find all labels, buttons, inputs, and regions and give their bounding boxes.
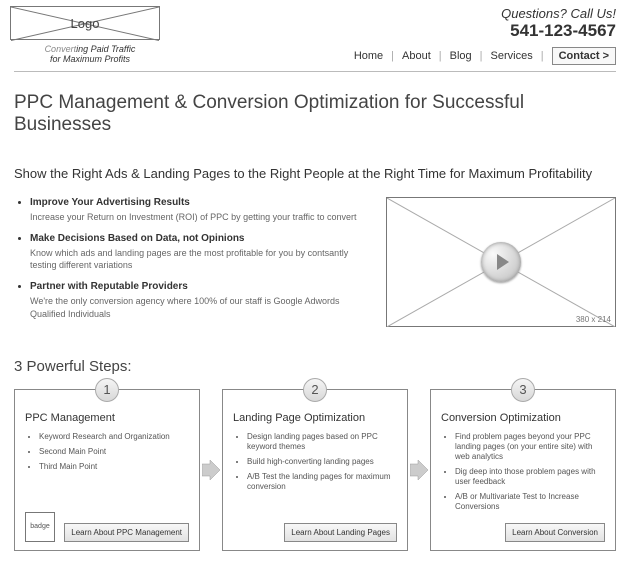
step-number: 3 bbox=[511, 378, 535, 402]
phone-number: 541-123-4567 bbox=[354, 21, 616, 41]
benefit-title: Improve Your Advertising Results bbox=[30, 197, 190, 208]
learn-landing-button[interactable]: Learn About Landing Pages bbox=[284, 523, 397, 542]
benefit-desc: Know which ads and landing pages are the… bbox=[30, 247, 372, 271]
benefit-title: Partner with Reputable Providers bbox=[30, 281, 188, 292]
nav-services[interactable]: Services bbox=[491, 50, 533, 62]
step-point: A/B Test the landing pages for maximum c… bbox=[247, 472, 397, 492]
step-point: Build high-converting landing pages bbox=[247, 457, 397, 467]
play-icon[interactable] bbox=[481, 242, 521, 282]
step-point: Third Main Point bbox=[39, 462, 189, 472]
page-headline: PPC Management & Conversion Optimization… bbox=[14, 92, 616, 136]
video-dimensions: 380 x 214 bbox=[576, 315, 611, 324]
step-card-1: 1 PPC Management Keyword Research and Or… bbox=[14, 389, 200, 551]
questions-label: Questions? Call Us! bbox=[354, 6, 616, 21]
badge-placeholder: badge bbox=[25, 512, 55, 542]
step-card-2: 2 Landing Page Optimization Design landi… bbox=[222, 389, 408, 551]
page-subheadline: Show the Right Ads & Landing Pages to th… bbox=[14, 166, 616, 181]
logo-label: Logo bbox=[11, 7, 159, 39]
step-point: Second Main Point bbox=[39, 447, 189, 457]
video-placeholder[interactable]: 380 x 214 bbox=[386, 197, 616, 327]
step-point: Find problem pages beyond your PPC landi… bbox=[455, 432, 605, 462]
benefits-list: Improve Your Advertising Results Increas… bbox=[14, 197, 372, 330]
step-point: Keyword Research and Organization bbox=[39, 432, 189, 442]
tagline: Converting Paid Trafficfor Maximum Profi… bbox=[10, 40, 170, 64]
step-point: A/B or Multivariate Test to Increase Con… bbox=[455, 492, 605, 512]
step-point: Dig deep into those problem pages with u… bbox=[455, 467, 605, 487]
nav-contact-button[interactable]: Contact > bbox=[552, 47, 616, 65]
nav-home[interactable]: Home bbox=[354, 50, 383, 62]
benefit-item: Partner with Reputable Providers We're t… bbox=[30, 281, 372, 319]
learn-ppc-button[interactable]: Learn About PPC Management bbox=[64, 523, 189, 542]
learn-conversion-button[interactable]: Learn About Conversion bbox=[505, 523, 605, 542]
step-number: 2 bbox=[303, 378, 327, 402]
nav-blog[interactable]: Blog bbox=[450, 50, 472, 62]
step-card-3: 3 Conversion Optimization Find problem p… bbox=[430, 389, 616, 551]
logo-placeholder: Logo bbox=[10, 6, 160, 40]
benefit-item: Improve Your Advertising Results Increas… bbox=[30, 197, 372, 223]
main-nav: Home| About| Blog| Services| Contact > bbox=[354, 47, 616, 65]
step-number: 1 bbox=[95, 378, 119, 402]
benefit-desc: We're the only conversion agency where 1… bbox=[30, 295, 372, 319]
arrow-right-icon bbox=[202, 460, 220, 480]
benefit-item: Make Decisions Based on Data, not Opinio… bbox=[30, 233, 372, 271]
step-title: Conversion Optimization bbox=[441, 412, 605, 424]
arrow-right-icon bbox=[410, 460, 428, 480]
nav-about[interactable]: About bbox=[402, 50, 431, 62]
benefit-desc: Increase your Return on Investment (ROI)… bbox=[30, 211, 372, 223]
step-title: Landing Page Optimization bbox=[233, 412, 397, 424]
step-title: PPC Management bbox=[25, 412, 189, 424]
benefit-title: Make Decisions Based on Data, not Opinio… bbox=[30, 233, 245, 244]
step-point: Design landing pages based on PPC keywor… bbox=[247, 432, 397, 452]
steps-heading: 3 Powerful Steps: bbox=[14, 358, 616, 375]
